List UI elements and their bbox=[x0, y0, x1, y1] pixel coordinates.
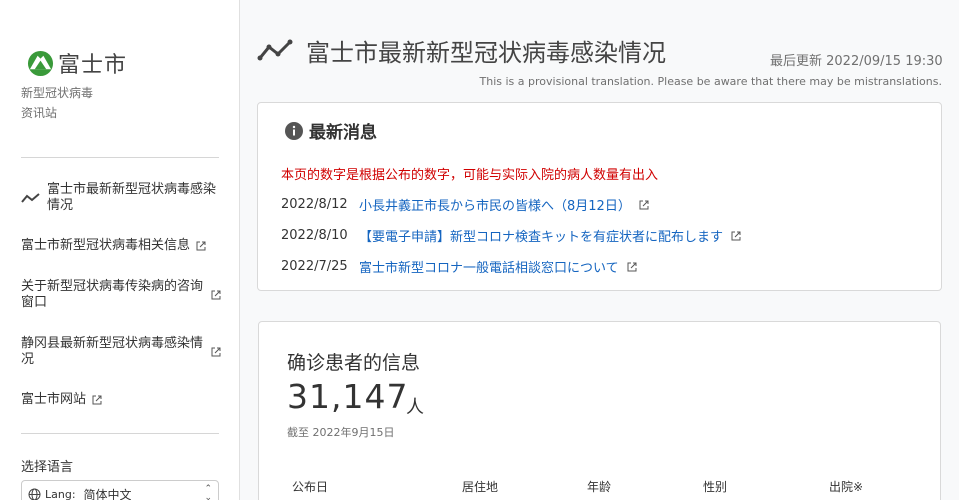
external-link-icon bbox=[639, 200, 649, 209]
language-title: 选择语言 bbox=[21, 460, 74, 475]
patients-card: 确诊患者的信息 31,147 人 截至 2022年9月15日 公布日 居住地 年… bbox=[258, 321, 941, 500]
column-header-residence[interactable]: 居住地 bbox=[462, 478, 498, 495]
site-name-line2: 资讯站 bbox=[21, 106, 58, 120]
news-date: 2022/8/12 bbox=[281, 197, 348, 212]
translation-note: This is a provisional translation. Pleas… bbox=[479, 75, 942, 88]
nav-shizuoka-situation[interactable]: 静冈县最新新型冠状病毒感染情况 bbox=[21, 336, 221, 368]
site-name: 新型冠状病毒 资讯站 bbox=[21, 83, 93, 123]
news-link[interactable]: 【要電子申請】新型コロナ検査キットを有症状者に配布します bbox=[359, 226, 723, 245]
nav-latest-situation[interactable]: 富士市最新新型冠状病毒感染情况 bbox=[21, 182, 221, 214]
news-date: 2022/7/25 bbox=[281, 259, 348, 274]
external-link-icon bbox=[211, 290, 221, 300]
patients-count: 31,147 bbox=[287, 377, 409, 416]
nav-label: 富士市网站 bbox=[21, 392, 87, 407]
page-title: 富士市最新新型冠状病毒感染情况 bbox=[306, 39, 666, 67]
line-chart-icon bbox=[257, 39, 293, 61]
nav-label: 富士市最新新型冠状病毒感染情况 bbox=[47, 182, 217, 213]
nav-consultation-window[interactable]: 关于新型冠状病毒传染病的咨询窗口 bbox=[21, 279, 221, 311]
patients-as-of: 截至 2022年9月15日 bbox=[287, 426, 395, 439]
last-update: 最后更新 2022/09/15 19:30 bbox=[770, 54, 943, 69]
language-label: Lang: bbox=[45, 487, 76, 500]
line-chart-icon bbox=[21, 193, 40, 203]
news-item: 2022/8/10 【要電子申請】新型コロナ検査キットを有症状者に配布します bbox=[281, 226, 741, 245]
external-link-icon bbox=[627, 262, 637, 271]
sidebar-divider bbox=[21, 433, 219, 434]
patients-title: 确诊患者的信息 bbox=[287, 352, 421, 374]
news-item: 2022/8/12 小長井義正市長から市民の皆様へ（8月12日） bbox=[281, 195, 649, 214]
news-link[interactable]: 富士市新型コロナ一般電話相談窓口について bbox=[359, 257, 619, 276]
column-header-discharge[interactable]: 出院※ bbox=[829, 478, 863, 495]
column-header-gender[interactable]: 性别 bbox=[703, 478, 727, 495]
globe-icon bbox=[28, 488, 41, 500]
logo-text: 富士市 bbox=[58, 53, 128, 78]
column-header-date[interactable]: 公布日 bbox=[292, 478, 328, 495]
fuji-logo-icon bbox=[27, 50, 54, 76]
sidebar-divider bbox=[21, 157, 219, 158]
external-link-icon bbox=[211, 347, 221, 357]
fuji-city-logo[interactable]: 富士市 bbox=[27, 47, 127, 79]
news-link[interactable]: 小長井義正市長から市民の皆様へ（8月12日） bbox=[359, 195, 631, 214]
nav-label: 富士市新型冠状病毒相关信息 bbox=[21, 238, 191, 253]
external-link-icon bbox=[92, 395, 102, 405]
news-warning: 本页的数字是根据公布的数字，可能与实际入院的病人数量有出入 bbox=[281, 168, 659, 183]
external-link-icon bbox=[196, 241, 206, 251]
news-header: 最新消息 bbox=[285, 118, 377, 143]
column-header-age[interactable]: 年龄 bbox=[587, 478, 611, 495]
patients-unit: 人 bbox=[406, 397, 424, 418]
nav-label: 静冈县最新新型冠状病毒感染情况 bbox=[21, 336, 204, 367]
nav-label: 关于新型冠状病毒传染病的咨询窗口 bbox=[21, 279, 204, 310]
site-name-line1: 新型冠状病毒 bbox=[21, 86, 94, 100]
external-link-icon bbox=[731, 231, 741, 240]
language-value: 简体中文 bbox=[83, 487, 132, 500]
nav-related-info[interactable]: 富士市新型冠状病毒相关信息 bbox=[21, 238, 221, 254]
news-title: 最新消息 bbox=[309, 123, 377, 143]
info-icon bbox=[285, 121, 303, 140]
news-date: 2022/8/10 bbox=[281, 228, 348, 243]
select-arrows-icon: ⌃ ⌄ bbox=[204, 484, 212, 500]
nav-city-website[interactable]: 富士市网站 bbox=[21, 392, 221, 408]
sidebar: 富士市 新型冠状病毒 资讯站 富士市最新新型冠状病毒感染情况 富士市新型冠状病毒… bbox=[0, 0, 240, 500]
language-select[interactable]: Lang: 简体中文 ⌃ ⌄ bbox=[21, 480, 219, 500]
news-card: 最新消息 本页的数字是根据公布的数字，可能与实际入院的病人数量有出入 2022/… bbox=[257, 102, 942, 291]
news-item: 2022/7/25 富士市新型コロナ一般電話相談窓口について bbox=[281, 257, 637, 276]
